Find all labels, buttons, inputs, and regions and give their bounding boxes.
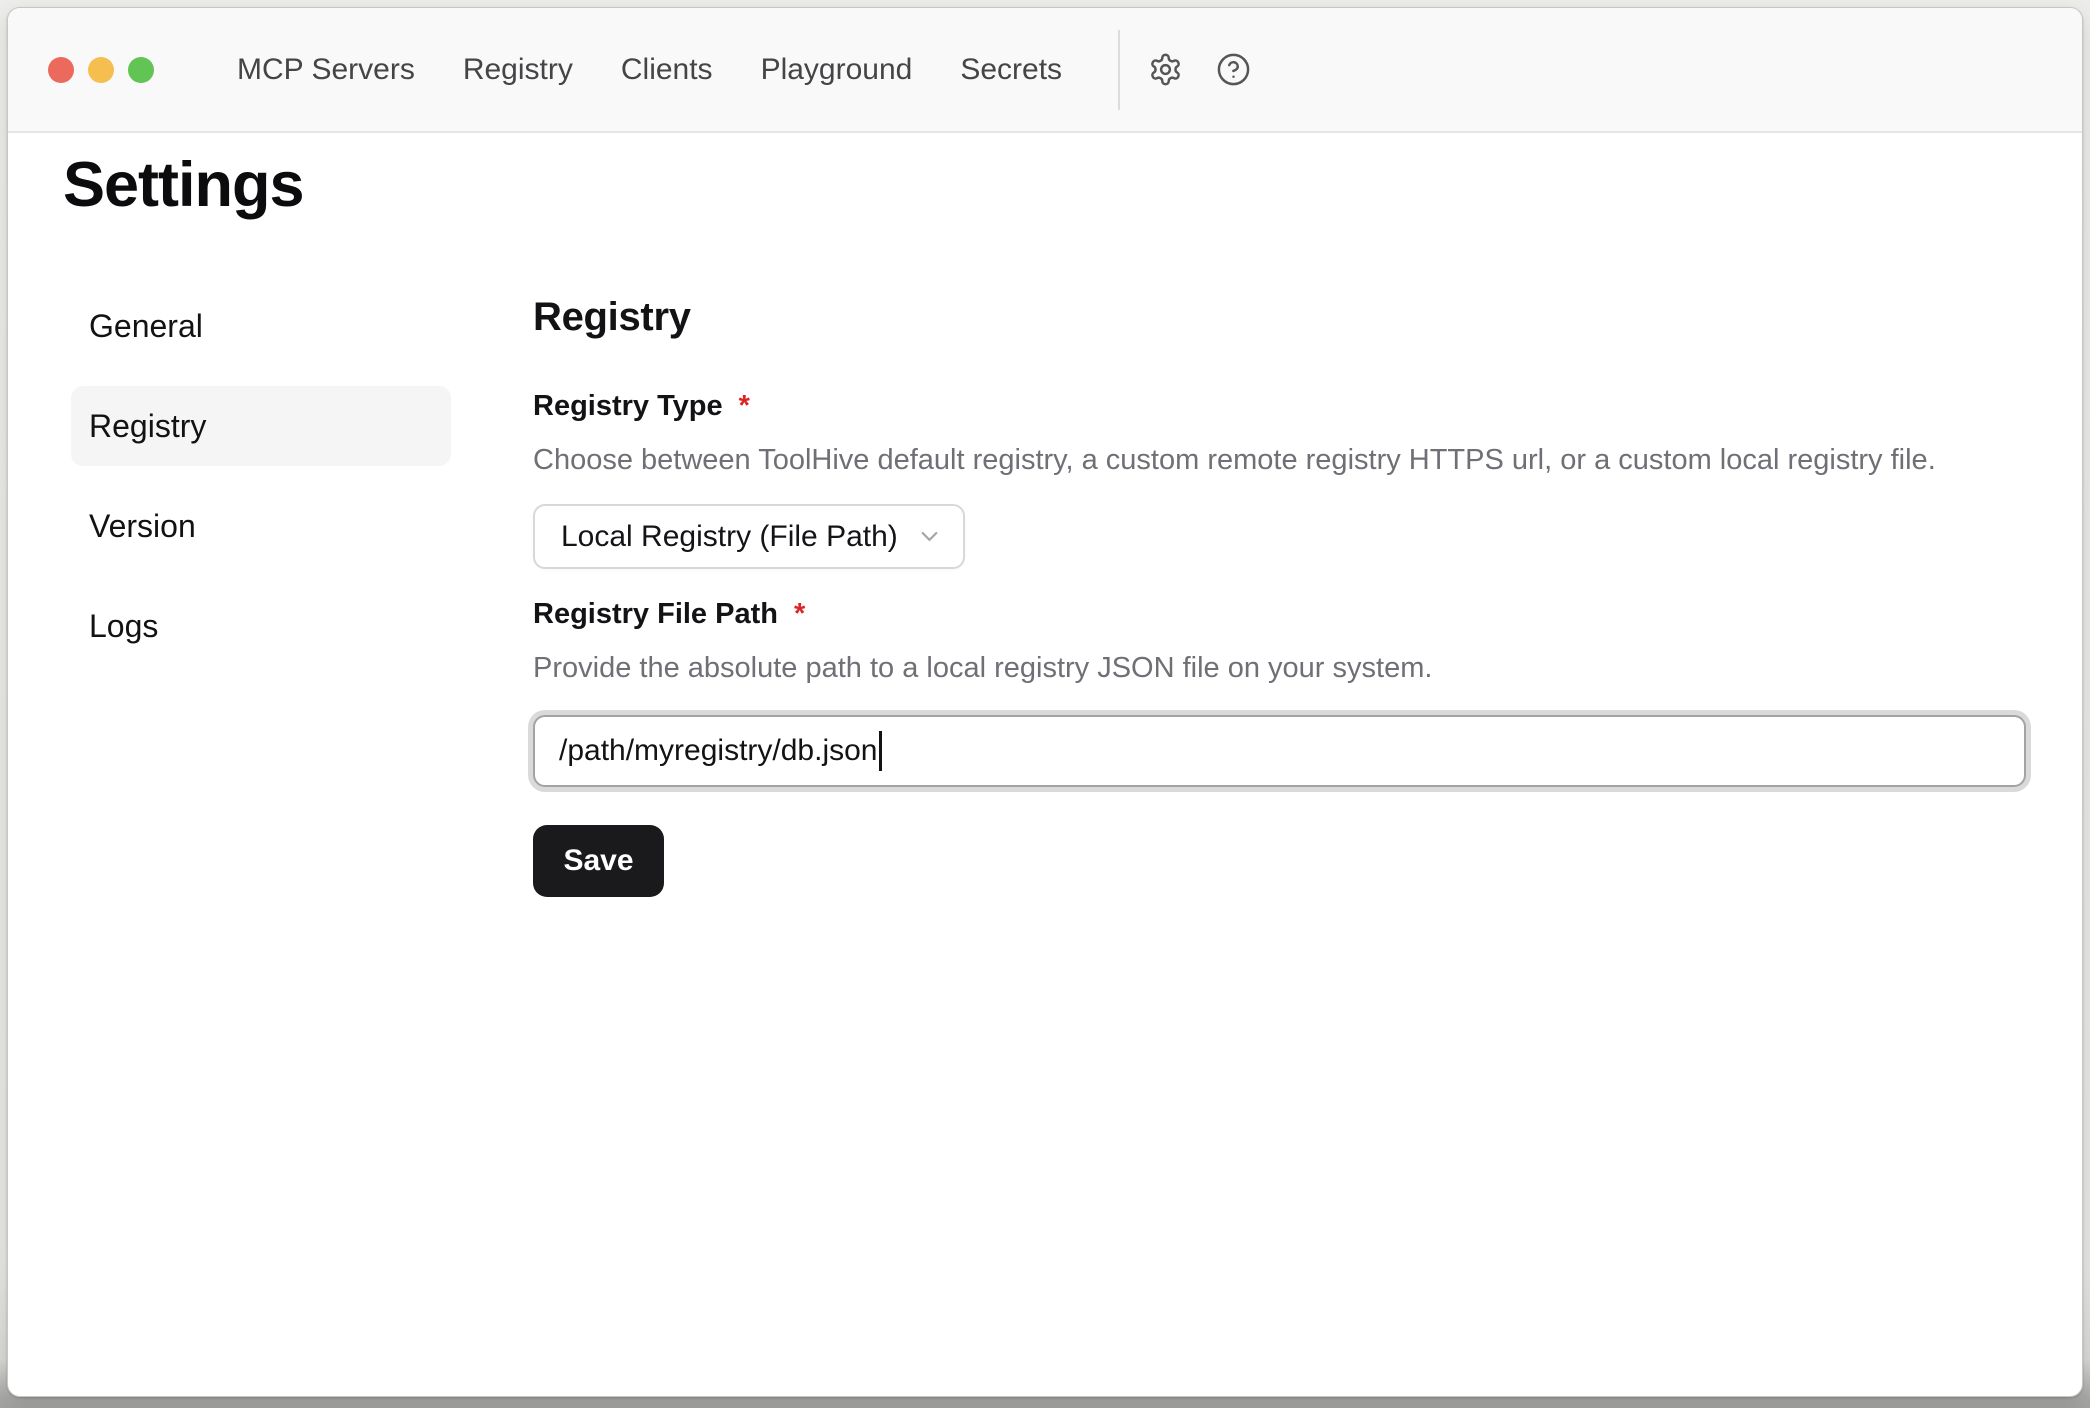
- panel-heading: Registry: [533, 293, 2026, 341]
- registry-file-path-input[interactable]: /path/myregistry/db.json: [533, 715, 2026, 787]
- nav-item-playground[interactable]: Playground: [761, 52, 913, 88]
- registry-file-path-value: /path/myregistry/db.json: [559, 734, 877, 768]
- save-button[interactable]: Save: [533, 825, 664, 897]
- app-window: MCP Servers Registry Clients Playground …: [7, 7, 2083, 1397]
- registry-type-selected-value: Local Registry (File Path): [561, 520, 898, 554]
- header-divider: [1118, 30, 1120, 110]
- registry-type-description: Choose between ToolHive default registry…: [533, 440, 2026, 480]
- registry-file-path-label-row: Registry File Path *: [533, 594, 2026, 634]
- nav-item-registry[interactable]: Registry: [463, 52, 573, 88]
- registry-file-path-description: Provide the absolute path to a local reg…: [533, 648, 2026, 688]
- chevron-down-icon: [900, 523, 943, 550]
- sidebar-item-logs[interactable]: Logs: [71, 586, 451, 666]
- settings-panel: Registry Registry Type * Choose between …: [533, 293, 2026, 897]
- help-button[interactable]: [1214, 51, 1252, 89]
- sidebar-item-registry[interactable]: Registry: [71, 386, 451, 466]
- registry-type-label: Registry Type: [533, 386, 723, 426]
- required-asterisk: *: [794, 594, 805, 634]
- sidebar-item-general[interactable]: General: [71, 286, 451, 366]
- minimize-window-button[interactable]: [88, 57, 114, 83]
- registry-type-select[interactable]: Local Registry (File Path): [533, 504, 965, 569]
- main-nav: MCP Servers Registry Clients Playground …: [237, 52, 1062, 88]
- nav-item-secrets[interactable]: Secrets: [960, 52, 1062, 88]
- close-window-button[interactable]: [48, 57, 74, 83]
- settings-sidebar: General Registry Version Logs: [71, 286, 451, 666]
- window-controls: [48, 57, 154, 83]
- help-circle-icon: [1216, 52, 1251, 87]
- settings-gear-button[interactable]: [1146, 51, 1184, 89]
- required-asterisk: *: [739, 386, 750, 426]
- gear-icon: [1148, 52, 1183, 87]
- sidebar-item-version[interactable]: Version: [71, 486, 451, 566]
- nav-item-mcp-servers[interactable]: MCP Servers: [237, 52, 415, 88]
- registry-file-path-label: Registry File Path: [533, 594, 778, 634]
- page-title: Settings: [63, 148, 304, 224]
- registry-type-label-row: Registry Type *: [533, 386, 2026, 426]
- text-caret: [879, 731, 882, 771]
- zoom-window-button[interactable]: [128, 57, 154, 83]
- nav-item-clients[interactable]: Clients: [621, 52, 713, 88]
- titlebar: MCP Servers Registry Clients Playground …: [8, 8, 2082, 133]
